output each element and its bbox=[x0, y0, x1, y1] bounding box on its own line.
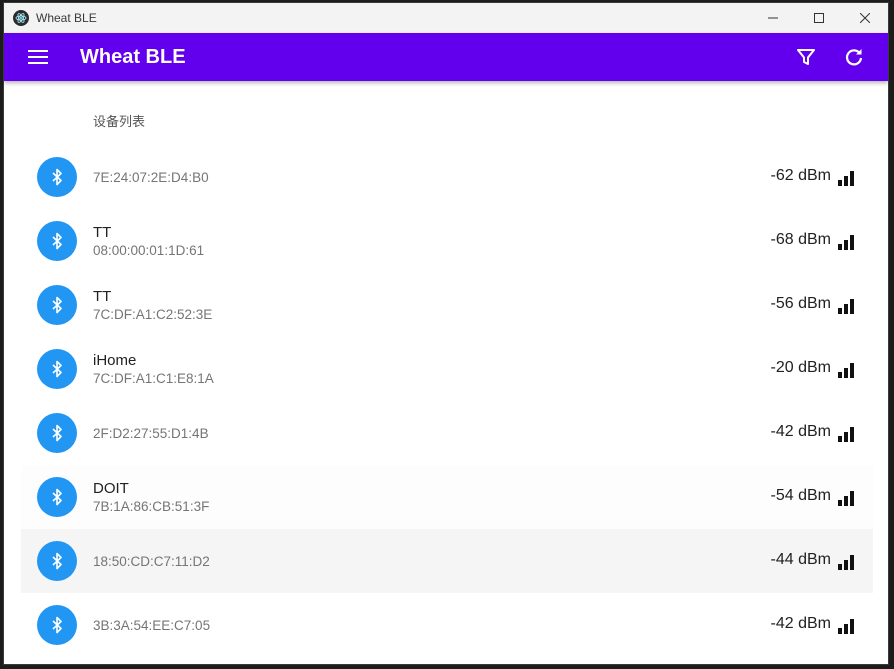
device-rssi: -68 dBm bbox=[770, 231, 831, 248]
device-name: TT bbox=[93, 224, 112, 241]
bluetooth-icon bbox=[37, 413, 77, 453]
app-window: Wheat BLE Wheat BLE 设备列表 7E:24:07:2E:D4:… bbox=[3, 2, 889, 665]
device-address: 2F:D2:27:55:D1:4B bbox=[93, 425, 209, 441]
device-address: 7E:24:07:2E:D4:B0 bbox=[93, 169, 209, 185]
device-name: DOIT bbox=[93, 480, 129, 497]
bluetooth-icon bbox=[37, 221, 77, 261]
device-rssi: -20 dBm bbox=[770, 359, 831, 376]
main-content: 设备列表 7E:24:07:2E:D4:B0 -62 dBm TT 08:00:… bbox=[4, 81, 888, 657]
close-window-button[interactable] bbox=[842, 3, 888, 33]
device-list: 7E:24:07:2E:D4:B0 -62 dBm TT 08:00:00:01… bbox=[21, 145, 873, 657]
signal-strength-icon bbox=[838, 171, 854, 186]
title-bar: Wheat BLE bbox=[4, 3, 888, 33]
maximize-icon bbox=[814, 13, 824, 23]
list-subheader: 设备列表 bbox=[93, 115, 146, 130]
minimize-icon bbox=[768, 17, 778, 19]
signal-strength-icon bbox=[838, 491, 854, 506]
device-rssi: -62 dBm bbox=[770, 167, 831, 184]
bluetooth-icon bbox=[37, 541, 77, 581]
device-rssi: -56 dBm bbox=[770, 295, 831, 312]
device-address: 18:50:CD:C7:11:D2 bbox=[93, 553, 210, 569]
device-row[interactable]: TT 08:00:00:01:1D:61 -68 dBm bbox=[21, 209, 873, 273]
device-address: 7B:1A:86:CB:51:3F bbox=[93, 499, 210, 514]
signal-strength-icon bbox=[838, 299, 854, 314]
electron-logo-icon bbox=[13, 10, 29, 26]
filter-button[interactable] bbox=[782, 33, 830, 81]
maximize-button[interactable] bbox=[796, 3, 842, 33]
device-rssi: -44 dBm bbox=[770, 551, 831, 568]
device-row[interactable]: 2F:D2:27:55:D1:4B -42 dBm bbox=[21, 401, 873, 465]
device-address: 08:00:00:01:1D:61 bbox=[93, 243, 205, 258]
app-title: Wheat BLE bbox=[80, 45, 186, 68]
menu-icon bbox=[28, 50, 48, 64]
device-row[interactable]: iHome 7C:DF:A1:C1:E8:1A -20 dBm bbox=[21, 337, 873, 401]
device-row[interactable]: 7E:24:07:2E:D4:B0 -62 dBm bbox=[21, 145, 873, 209]
device-rssi: -42 dBm bbox=[770, 615, 831, 632]
device-name: iHome bbox=[93, 352, 137, 369]
device-address: 3B:3A:54:EE:C7:05 bbox=[93, 617, 211, 633]
device-row[interactable]: 3B:3A:54:EE:C7:05 -42 dBm bbox=[21, 593, 873, 657]
signal-strength-icon bbox=[838, 619, 854, 634]
bluetooth-icon bbox=[37, 605, 77, 645]
device-address: 7C:DF:A1:C1:E8:1A bbox=[93, 371, 214, 386]
signal-strength-icon bbox=[838, 363, 854, 378]
device-rssi: -42 dBm bbox=[770, 423, 831, 440]
refresh-icon bbox=[845, 49, 863, 66]
signal-strength-icon bbox=[838, 555, 854, 570]
menu-button[interactable] bbox=[14, 33, 62, 81]
bluetooth-icon bbox=[37, 349, 77, 389]
device-row[interactable]: TT 7C:DF:A1:C2:52:3E -56 dBm bbox=[21, 273, 873, 337]
window-title: Wheat BLE bbox=[36, 11, 97, 25]
signal-strength-icon bbox=[838, 235, 854, 250]
refresh-button[interactable] bbox=[830, 33, 878, 81]
bluetooth-icon bbox=[37, 285, 77, 325]
device-row[interactable]: 18:50:CD:C7:11:D2 -44 dBm bbox=[21, 529, 873, 593]
signal-strength-icon bbox=[838, 427, 854, 442]
app-bar: Wheat BLE bbox=[4, 33, 888, 81]
bluetooth-icon bbox=[37, 157, 77, 197]
minimize-button[interactable] bbox=[750, 3, 796, 33]
bluetooth-icon bbox=[37, 477, 77, 517]
close-icon bbox=[860, 13, 870, 23]
device-name: TT bbox=[93, 288, 112, 305]
device-rssi: -54 dBm bbox=[770, 487, 831, 504]
device-address: 7C:DF:A1:C2:52:3E bbox=[93, 307, 213, 322]
device-row[interactable]: DOIT 7B:1A:86:CB:51:3F -54 dBm bbox=[21, 465, 873, 529]
filter-icon bbox=[797, 49, 815, 65]
